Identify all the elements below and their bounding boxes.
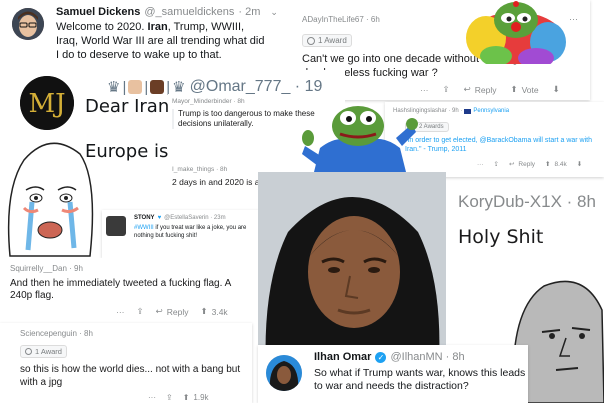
reply-icon: ↩	[155, 306, 163, 316]
upvote-icon: ⬆	[510, 84, 518, 94]
tweet-text-line-1: Dear Iran	[85, 96, 170, 117]
share-icon: ⇪	[166, 393, 173, 402]
share-button[interactable]: ⇪	[137, 306, 144, 317]
avatar[interactable]	[266, 355, 302, 391]
share-icon: ⇪	[442, 84, 450, 94]
share-button[interactable]: ⇪	[494, 160, 499, 168]
share-button[interactable]: ⇪	[166, 393, 173, 402]
verified-icon: ♥	[157, 215, 162, 221]
chevron-down-icon[interactable]: ⌄	[270, 7, 278, 18]
upvote-icon: ⬆	[545, 161, 551, 168]
flag-icon	[464, 108, 472, 114]
raised-hand-icon	[128, 80, 143, 94]
more-button[interactable]: ···	[420, 85, 429, 95]
avatar[interactable]	[12, 8, 44, 40]
verified-icon: ✓	[375, 351, 387, 363]
tweet-text: #WWIII if you treat war like a joke, you…	[134, 225, 247, 239]
award-badge[interactable]: 1 Award	[302, 34, 352, 47]
reply-button[interactable]: ↩ Reply	[464, 84, 497, 95]
share-icon: ⇪	[136, 306, 144, 316]
comment-username[interactable]: ADayInTheLife67 · 6h	[302, 15, 380, 24]
comment-username[interactable]: Mayor_Minderbinder · 8h	[172, 98, 245, 105]
more-button[interactable]: ···	[116, 307, 125, 317]
upvote-button[interactable]: ⬆ Vote	[510, 84, 538, 95]
more-icon[interactable]: ···	[569, 14, 578, 24]
downvote-button[interactable]: ⬇	[553, 84, 560, 95]
hashtag-link[interactable]: #WWIII	[134, 225, 154, 231]
award-icon	[25, 348, 32, 355]
timestamp[interactable]: · 2m	[238, 6, 260, 18]
display-name[interactable]: STONY	[134, 215, 155, 221]
clown-pepe-meme	[466, 1, 566, 64]
comment-text: so this is how the world dies... not wit…	[20, 364, 241, 388]
upvote-button[interactable]: ⬆ 1.9k	[183, 393, 209, 402]
svg-text:MJ: MJ	[28, 89, 65, 119]
more-button[interactable]: ···	[148, 393, 156, 402]
avatar[interactable]: MJ	[20, 76, 74, 130]
tweet-card-ilhan: Ilhan Omar ✓ @IlhanMN · 8h So what if Tr…	[258, 345, 528, 403]
share-icon: ⇪	[493, 161, 499, 168]
tweet-card-samuel: Samuel Dickens @_samueldickens · 2m ⌄ We…	[0, 0, 290, 72]
comment-text: Holy Shit	[458, 226, 544, 248]
comment-username[interactable]: Squirrelly__Dan · 9h	[10, 264, 83, 273]
comment-username[interactable]: KoryDub-X1X · 8h	[458, 192, 596, 212]
handle[interactable]: @_samueldickens	[144, 6, 234, 18]
award-icon	[307, 36, 315, 45]
reply-button[interactable]: ↩ Reply	[156, 306, 189, 317]
reddit-card-sciencepenguin: Sciencepenguin · 8h 1 Award so this is h…	[0, 323, 252, 403]
tweet-text: So what if Trump wants war, knows this l…	[314, 367, 526, 392]
avatar[interactable]	[106, 216, 126, 236]
comment-text: "In order to get elected, @BarackObama w…	[405, 137, 593, 153]
award-badge[interactable]: 1 Award	[20, 345, 67, 358]
reply-icon: ↩	[463, 84, 471, 94]
reddit-card-squirrelly: Squirrelly__Dan · 9h And then he immedia…	[0, 258, 258, 326]
handle[interactable]: @EstellaSaverin · 23m	[164, 215, 225, 221]
reply-icon: ↩	[508, 161, 515, 168]
downvote-icon: ⬇	[552, 84, 560, 94]
comment-text: And then he immediately tweeted a fuckin…	[10, 278, 231, 301]
comment-username[interactable]: I_make_things · 8h	[172, 166, 227, 173]
reply-button[interactable]: ↩ Reply	[508, 160, 535, 169]
display-name[interactable]: Ilhan Omar	[314, 351, 371, 363]
upvote-icon: ⬆	[182, 393, 190, 402]
tweet-text: Welcome to 2020. Iran, Trump, WWIII, Ira…	[56, 21, 265, 61]
tweet-card-stony: STONY ♥ @EstellaSaverin · 23m #WWIII if …	[102, 210, 262, 258]
pepe-meme	[302, 106, 418, 180]
crying-wojak-meme	[7, 142, 94, 257]
handle[interactable]: @IlhanMN · 8h	[390, 351, 464, 363]
fist-icon	[150, 80, 165, 94]
more-button[interactable]: ···	[477, 161, 484, 168]
flair[interactable]: Pennsylvania	[473, 108, 509, 114]
upvote-button[interactable]: ⬆ 3.4k	[200, 306, 227, 317]
comment-username[interactable]: Sciencepenguin · 8h	[20, 329, 93, 338]
downvote-button[interactable]: ⬇	[577, 160, 582, 168]
upvote-icon: ⬆	[200, 306, 208, 316]
display-name[interactable]: Samuel Dickens	[56, 6, 140, 18]
downvote-icon: ⬇	[576, 161, 583, 168]
crown-icon: ♛	[107, 79, 121, 96]
upvote-button[interactable]: ⬆ 8.4k	[545, 160, 567, 169]
share-button[interactable]: ⇪	[443, 84, 450, 95]
